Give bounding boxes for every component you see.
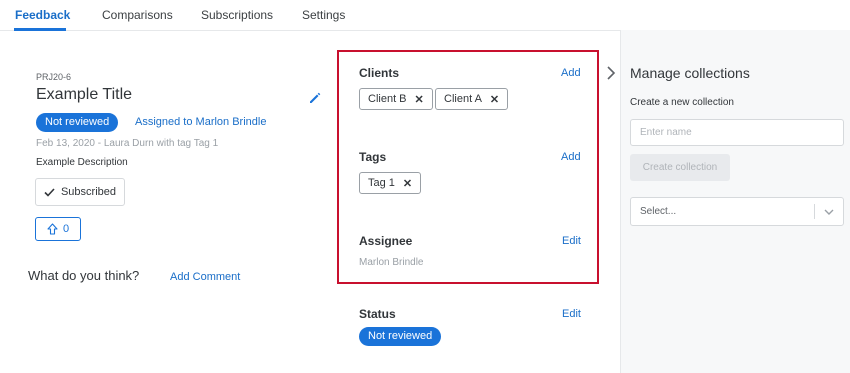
status-edit-link[interactable]: Edit bbox=[562, 308, 581, 320]
subscribed-button[interactable]: Subscribed bbox=[35, 178, 125, 206]
project-id: PRJ20-6 bbox=[36, 72, 72, 82]
chevron-down-icon bbox=[824, 209, 834, 215]
assignee-value: Marlon Brindle bbox=[359, 257, 424, 268]
assignee-edit-link[interactable]: Edit bbox=[562, 235, 581, 247]
feedback-meta: Feb 13, 2020 - Laura Durn with tag Tag 1 bbox=[36, 138, 219, 149]
create-collection-label: Create a new collection bbox=[630, 97, 734, 108]
tab-bar: Feedback Comparisons Subscriptions Setti… bbox=[0, 0, 620, 31]
create-collection-button[interactable]: Create collection bbox=[630, 154, 730, 181]
client-chip: Client B ✕ bbox=[359, 88, 433, 110]
collection-select[interactable]: Select... bbox=[630, 197, 844, 226]
tab-settings[interactable]: Settings bbox=[302, 8, 345, 22]
collection-select-value: Select... bbox=[640, 206, 677, 217]
tag-chip: Tag 1 ✕ bbox=[359, 172, 422, 194]
upvote-button[interactable]: 0 bbox=[35, 217, 81, 241]
remove-chip-icon[interactable]: ✕ bbox=[403, 177, 412, 190]
active-tab-indicator bbox=[14, 28, 66, 31]
pencil-icon[interactable] bbox=[308, 91, 322, 105]
feedback-description: Example Description bbox=[36, 157, 128, 168]
remove-chip-icon[interactable]: ✕ bbox=[415, 93, 424, 106]
tab-comparisons[interactable]: Comparisons bbox=[102, 8, 173, 22]
add-comment-link[interactable]: Add Comment bbox=[170, 271, 240, 283]
client-chip-label: Client A bbox=[444, 93, 482, 105]
details-highlight-box bbox=[337, 50, 599, 284]
assigned-link[interactable]: Assigned to Marlon Brindle bbox=[135, 116, 266, 128]
select-separator bbox=[814, 204, 815, 219]
feedback-title: Example Title bbox=[36, 86, 133, 103]
tab-subscriptions[interactable]: Subscriptions bbox=[201, 8, 273, 22]
tab-feedback[interactable]: Feedback bbox=[15, 8, 70, 22]
client-chip: Client A ✕ bbox=[435, 88, 509, 110]
tags-add-link[interactable]: Add bbox=[561, 151, 581, 163]
comment-prompt: What do you think? bbox=[28, 268, 140, 283]
collections-title: Manage collections bbox=[630, 65, 750, 81]
upvote-count: 0 bbox=[62, 223, 70, 235]
status-title: Status bbox=[359, 307, 396, 321]
assignee-title: Assignee bbox=[359, 234, 413, 248]
status-badge[interactable]: Not reviewed bbox=[36, 113, 119, 132]
client-chip-label: Client B bbox=[368, 93, 407, 105]
checkmark-icon bbox=[44, 187, 55, 197]
clients-title: Clients bbox=[359, 66, 400, 80]
tags-title: Tags bbox=[359, 150, 387, 164]
collection-name-input[interactable] bbox=[630, 119, 844, 146]
status-pill[interactable]: Not reviewed bbox=[359, 327, 442, 346]
upvote-arrow-icon bbox=[47, 223, 58, 235]
tag-chip-label: Tag 1 bbox=[368, 177, 395, 189]
subscribed-label: Subscribed bbox=[60, 186, 117, 198]
app-root: Feedback Comparisons Subscriptions Setti… bbox=[0, 0, 850, 373]
chevron-right-icon[interactable] bbox=[604, 65, 618, 81]
remove-chip-icon[interactable]: ✕ bbox=[490, 93, 499, 106]
clients-add-link[interactable]: Add bbox=[561, 67, 581, 79]
